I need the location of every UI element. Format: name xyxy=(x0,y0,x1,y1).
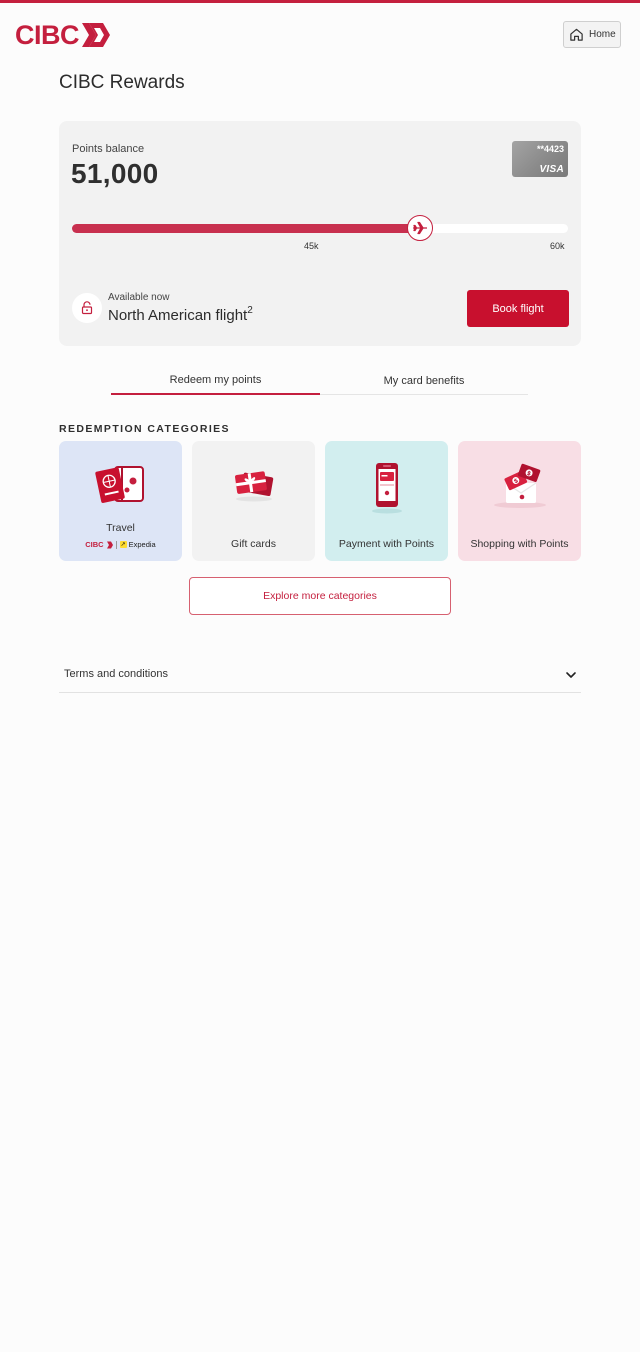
partner-divider xyxy=(115,540,117,549)
cibc-mini-mark-icon xyxy=(106,541,113,548)
explore-more-categories-button[interactable]: Explore more categories xyxy=(189,577,451,615)
category-travel[interactable]: Travel CIBC ↗ Expedia xyxy=(59,441,182,561)
tab-my-card-benefits[interactable]: My card benefits xyxy=(320,367,528,395)
card-network: VISA xyxy=(539,164,564,175)
partner-cibc-logo: CIBC xyxy=(85,540,104,549)
unlocked-badge xyxy=(72,293,102,323)
available-reward: North American flight2 xyxy=(108,305,253,324)
logo-text: CIBC xyxy=(15,20,80,50)
home-button[interactable]: Home xyxy=(563,21,621,48)
available-now-label: Available now xyxy=(108,292,170,303)
passport-luggage-icon xyxy=(94,466,144,503)
home-label: Home xyxy=(589,29,616,40)
category-gift-cards[interactable]: Gift cards xyxy=(192,441,315,561)
chevron-down-icon xyxy=(566,672,576,678)
credit-card-thumbnail: **4423 VISA xyxy=(512,141,568,177)
footnote-marker[interactable]: 2 xyxy=(247,305,253,316)
shopping-bag-icon: $ $ xyxy=(493,463,546,508)
partner-expedia-logo: Expedia xyxy=(128,540,156,549)
cibc-logo-mark-icon xyxy=(82,23,110,47)
expedia-mark-icon: ↗ xyxy=(119,541,127,548)
unlock-icon xyxy=(81,301,93,315)
progress-tick-45k: 45k xyxy=(304,241,319,251)
points-progress-track xyxy=(72,215,568,241)
progress-tick-60k: 60k xyxy=(550,241,565,251)
redemption-categories-heading: REDEMPTION CATEGORIES xyxy=(59,423,230,435)
category-label: Travel xyxy=(106,522,135,534)
top-accent-bar xyxy=(0,0,640,3)
points-card: Points balance 51,000 **4423 VISA 45k 60… xyxy=(59,121,581,346)
points-balance-label: Points balance xyxy=(72,143,145,155)
category-shopping-with-points[interactable]: $ $ Shopping with Points xyxy=(458,441,581,561)
points-balance-value: 51,000 xyxy=(71,158,159,189)
tab-redeem-my-points[interactable]: Redeem my points xyxy=(111,367,320,395)
category-label: Payment with Points xyxy=(338,538,435,550)
points-progress-fill xyxy=(72,224,420,233)
category-label: Gift cards xyxy=(231,538,276,550)
book-flight-button[interactable]: Book flight xyxy=(467,290,569,327)
category-payment-with-points[interactable]: Payment with Points xyxy=(325,441,448,561)
terms-label: Terms and conditions xyxy=(64,668,168,680)
page-title: CIBC Rewards xyxy=(59,72,185,93)
available-reward-text: North American flight xyxy=(108,307,248,324)
gift-cards-icon xyxy=(234,471,273,502)
home-icon xyxy=(570,28,583,41)
phone-payment-icon xyxy=(371,463,402,514)
category-label: Shopping with Points xyxy=(470,538,569,550)
card-number: **4423 xyxy=(536,144,564,154)
airplane-icon xyxy=(412,221,427,235)
tab-bar: Redeem my points My card benefits xyxy=(111,367,528,395)
cibc-logo[interactable]: CIBC xyxy=(15,21,111,49)
partner-logos: CIBC ↗ Expedia xyxy=(59,540,182,549)
terms-and-conditions-accordion[interactable]: Terms and conditions xyxy=(59,657,581,693)
progress-marker xyxy=(406,215,433,241)
